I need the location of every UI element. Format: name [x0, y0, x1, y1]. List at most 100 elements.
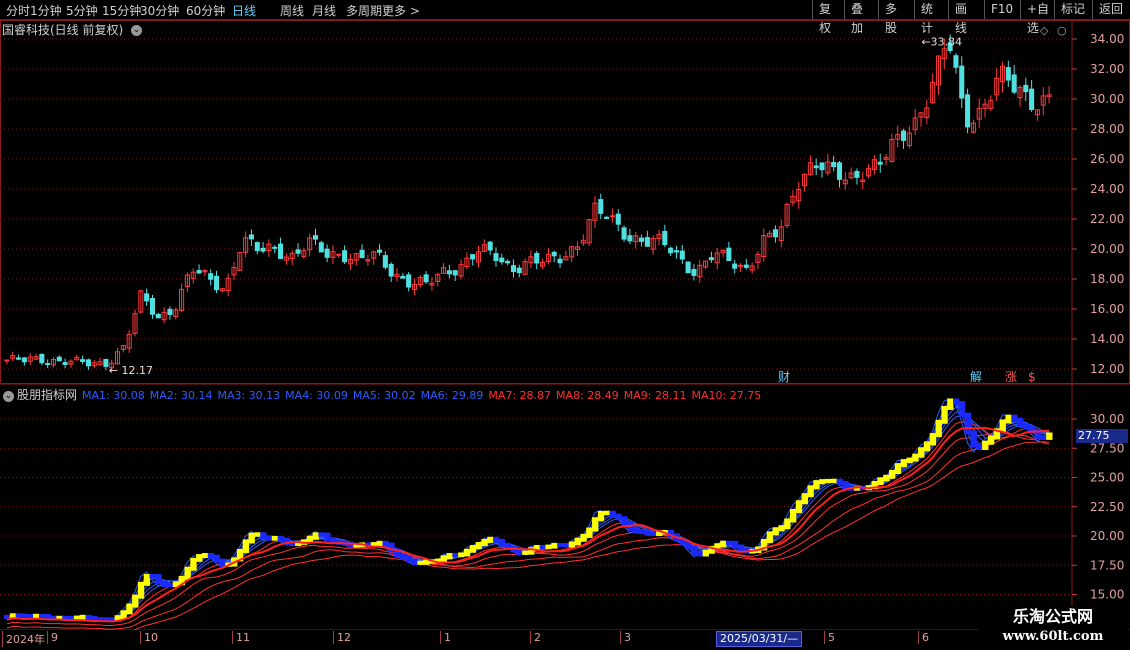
step-block: [976, 443, 983, 450]
candle: [155, 313, 161, 319]
step-block: [824, 478, 832, 484]
step-block: [836, 478, 843, 485]
candle: [45, 363, 51, 366]
tab-period-0[interactable]: 分时: [6, 2, 30, 19]
ma-label-5: MA5: 30.02: [352, 389, 416, 402]
candle: [406, 274, 412, 288]
ma-label-6: MA6: 29.89: [420, 389, 484, 402]
candle: [56, 356, 62, 362]
candle: [691, 269, 697, 276]
toolbar-button-3[interactable]: 统计: [914, 0, 948, 35]
tab-period-3[interactable]: 15分钟: [102, 2, 141, 19]
toolbar-button-8[interactable]: 返回: [1092, 0, 1130, 19]
step-block: [312, 532, 319, 540]
tab-period-9[interactable]: 多周期: [346, 2, 382, 19]
step-block: [167, 583, 174, 588]
y-axis-label: 18.00: [1090, 272, 1124, 286]
step-block: [143, 573, 151, 586]
step-block: [137, 581, 145, 599]
step-block: [213, 554, 220, 563]
tab-period-2[interactable]: 5分钟: [66, 2, 98, 19]
step-block: [557, 542, 564, 547]
candle: [248, 234, 254, 240]
chevron-down-icon[interactable]: ⌄: [3, 390, 14, 402]
candle: [638, 237, 645, 242]
ma-label-10: MA10: 27.75: [691, 389, 762, 402]
tab-period-6[interactable]: 日线: [232, 2, 256, 19]
toolbar-button-7[interactable]: 标记: [1054, 0, 1092, 19]
high-label: ←33.84: [921, 35, 962, 48]
candle: [609, 215, 615, 218]
y-axis-label: 22.50: [1090, 500, 1124, 514]
y-axis-label: 12.00: [1090, 362, 1124, 376]
y-axis-label: 22.00: [1090, 212, 1124, 226]
step-block: [493, 536, 500, 543]
candle: [644, 237, 650, 247]
step-block: [987, 435, 995, 445]
candle: [272, 246, 278, 249]
candle: [510, 265, 516, 273]
step-block: [132, 594, 139, 608]
step-block: [452, 553, 459, 558]
step-block: [691, 545, 698, 556]
step-block: [923, 441, 931, 452]
candle: [877, 161, 883, 165]
toolbar-button-1[interactable]: 叠加: [844, 0, 878, 35]
y-axis-label: 20.00: [1090, 242, 1124, 256]
candle: [446, 270, 452, 275]
step-block: [877, 477, 884, 486]
step-block: [1005, 414, 1012, 424]
step-block: [801, 493, 808, 505]
candle: [4, 359, 10, 362]
candle: [900, 130, 907, 141]
step-block: [266, 535, 273, 541]
step-block: [964, 412, 971, 435]
step-block: [254, 532, 261, 537]
candle: [388, 263, 394, 277]
step-block: [632, 526, 640, 534]
step-block: [551, 542, 558, 549]
step-block: [399, 553, 407, 560]
candle: [21, 357, 27, 363]
tab-period-10[interactable]: 更多 >: [382, 2, 420, 19]
candle: [80, 359, 86, 362]
candle: [732, 263, 738, 269]
toolbar-button-6[interactable]: +自选: [1020, 0, 1054, 35]
tab-period-7[interactable]: 周线: [280, 2, 304, 19]
tab-period-1[interactable]: 1分钟: [30, 2, 62, 19]
step-block: [458, 552, 465, 558]
price-chart[interactable]: 34.00 32.00 30.00 28.00 26.00 24.00 22.00 20.00…: [0, 20, 1130, 630]
toolbar-button-4[interactable]: 画线: [948, 0, 984, 35]
y-axis-label: 32.00: [1090, 62, 1124, 76]
tab-period-8[interactable]: 月线: [312, 2, 336, 19]
candle: [534, 252, 540, 264]
toolbar-button-5[interactable]: F10: [984, 0, 1020, 19]
watermark-url: www.60lt.com: [1002, 629, 1104, 644]
toolbar-button-0[interactable]: 复权: [812, 0, 844, 35]
step-block: [650, 531, 657, 537]
step-block: [574, 537, 581, 546]
step-block: [731, 540, 739, 549]
candle: [953, 55, 959, 68]
step-block: [935, 419, 942, 438]
y-axis-label: 25.00: [1090, 471, 1124, 485]
ma-label-4: MA4: 30.09: [285, 389, 348, 402]
step-block: [702, 549, 709, 557]
step-block: [271, 535, 279, 541]
event-marker: 财: [778, 370, 790, 384]
step-block: [795, 500, 803, 513]
tab-period-5[interactable]: 60分钟: [186, 2, 225, 19]
step-block: [475, 542, 482, 550]
step-block: [894, 463, 902, 475]
step-block: [999, 419, 1006, 433]
candle: [516, 267, 522, 274]
toolbar-button-2[interactable]: 多股: [878, 0, 914, 35]
tab-period-4[interactable]: 30分钟: [140, 2, 179, 19]
candle: [103, 358, 109, 367]
step-block: [586, 527, 593, 538]
step-block: [621, 516, 628, 526]
step-block: [382, 540, 389, 547]
candle: [85, 359, 91, 367]
step-block: [411, 558, 418, 565]
candle: [295, 249, 301, 254]
